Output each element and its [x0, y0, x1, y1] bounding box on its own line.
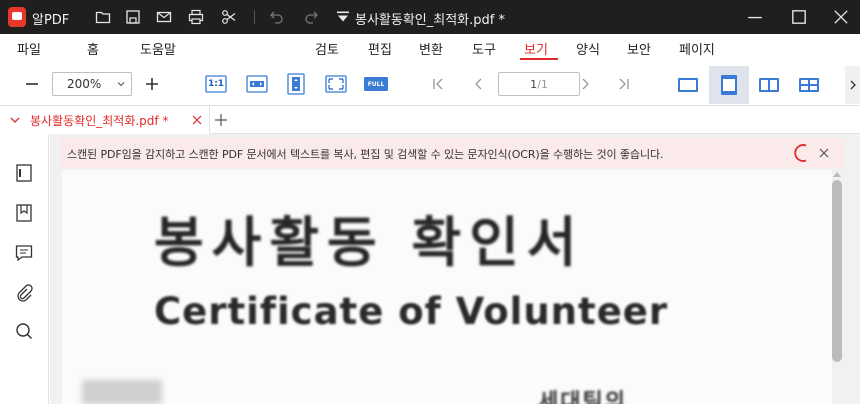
- fit-page-icon[interactable]: [285, 73, 307, 95]
- menu-edit[interactable]: 편집: [368, 39, 392, 58]
- actual-size-button[interactable]: 1:1: [205, 73, 227, 95]
- redo-icon[interactable]: [302, 8, 320, 26]
- menu-view[interactable]: 보기: [524, 39, 548, 58]
- document-partial-text: 세대팀의: [538, 390, 627, 404]
- close-notification-icon[interactable]: [817, 146, 831, 160]
- undo-icon[interactable]: [268, 8, 286, 26]
- zoom-in-icon[interactable]: [142, 73, 162, 95]
- chevron-down-icon[interactable]: [9, 114, 21, 126]
- single-page-continuous-view-icon[interactable]: [709, 66, 749, 104]
- ocr-notification: 스캔된 PDF임을 감지하고 스캔한 PDF 문서에서 텍스트를 복사, 편집 …: [60, 138, 845, 168]
- zoom-value: 200%: [67, 77, 102, 91]
- document-heading: 봉사활동 확인서: [154, 211, 585, 274]
- next-page-icon[interactable]: [576, 73, 594, 95]
- toolbar-separator: [254, 10, 255, 24]
- last-page-icon[interactable]: [614, 73, 632, 95]
- active-menu-indicator: [520, 58, 558, 60]
- document-subheading: Certificate of Volunteer: [154, 290, 669, 333]
- total-pages: /1: [537, 78, 548, 91]
- close-tab-icon[interactable]: [191, 114, 203, 126]
- vertical-scrollbar[interactable]: [832, 180, 842, 362]
- pdf-page: 봉사활동 확인서 Certificate of Volunteer 세대팀의: [62, 170, 832, 404]
- zoom-out-icon[interactable]: [22, 73, 42, 95]
- menu-review[interactable]: 검토: [315, 39, 339, 58]
- left-sidebar: [0, 134, 49, 404]
- folder-icon[interactable]: [94, 8, 112, 26]
- blurred-text-block: [82, 380, 162, 404]
- toolbar-more-button[interactable]: [845, 66, 860, 104]
- mail-icon[interactable]: [155, 8, 173, 26]
- scroll-up-icon[interactable]: [832, 170, 842, 178]
- menu-convert[interactable]: 변환: [419, 39, 443, 58]
- document-viewer[interactable]: 봉사활동 확인서 Certificate of Volunteer 세대팀의: [50, 134, 860, 404]
- previous-page-icon[interactable]: [470, 73, 488, 95]
- two-page-view-icon[interactable]: [749, 66, 789, 104]
- zoom-select[interactable]: 200%: [52, 72, 132, 96]
- document-tab[interactable]: 봉사활동확인_최적화.pdf *: [0, 106, 210, 134]
- maximize-icon[interactable]: [790, 8, 808, 26]
- page-thumbnail-icon[interactable]: [13, 162, 35, 184]
- full-screen-button[interactable]: FULL: [363, 73, 389, 95]
- print-icon[interactable]: [187, 8, 205, 26]
- fit-width-icon[interactable]: [246, 73, 268, 95]
- menu-form[interactable]: 양식: [576, 39, 600, 58]
- ocr-notification-text: 스캔된 PDF임을 감지하고 스캔한 PDF 문서에서 텍스트를 복사, 편집 …: [67, 148, 664, 161]
- comment-icon[interactable]: [13, 242, 35, 264]
- two-page-continuous-view-icon[interactable]: [789, 66, 829, 104]
- document-tab-bar: 봉사활동확인_최적화.pdf *: [0, 106, 860, 134]
- menu-file[interactable]: 파일: [17, 39, 41, 58]
- menu-home[interactable]: 홈: [87, 39, 99, 58]
- first-page-icon[interactable]: [430, 73, 448, 95]
- actual-size-label: 1:1: [207, 79, 225, 89]
- save-icon[interactable]: [124, 8, 142, 26]
- app-name: 알PDF: [32, 13, 70, 28]
- close-icon[interactable]: [832, 8, 850, 26]
- chevron-right-icon: [850, 80, 856, 90]
- dropdown-icon[interactable]: [334, 8, 352, 26]
- view-toolbar: 200% 1:1 FULL 1/1: [0, 62, 860, 106]
- app-logo-icon: [8, 7, 26, 27]
- attachment-icon[interactable]: [13, 282, 35, 304]
- menu-tools[interactable]: 도구: [472, 39, 496, 58]
- search-icon[interactable]: [13, 320, 35, 342]
- chevron-down-icon: [117, 82, 125, 87]
- scissors-icon[interactable]: [220, 8, 238, 26]
- new-tab-icon[interactable]: [214, 113, 228, 127]
- menu-page[interactable]: 페이지: [679, 39, 715, 58]
- ocr-run-icon[interactable]: [791, 142, 813, 164]
- minimize-icon[interactable]: [746, 8, 764, 26]
- title-bar: 알PDF 봉사활동확인_최적화.pdf *: [0, 0, 860, 34]
- full-screen-label: FULL: [367, 80, 385, 88]
- single-page-view-icon[interactable]: [668, 66, 708, 104]
- menu-bar: 파일 홈 도움말 검토 편집 변환 도구 보기 양식 보안 페이지: [0, 34, 860, 62]
- page-number-input[interactable]: 1/1: [498, 72, 580, 96]
- menu-help[interactable]: 도움말: [140, 39, 176, 58]
- document-tab-label: 봉사활동확인_최적화.pdf *: [30, 114, 169, 128]
- menu-security[interactable]: 보안: [627, 39, 651, 58]
- bookmark-icon[interactable]: [13, 202, 35, 224]
- fit-visible-icon[interactable]: [325, 73, 347, 95]
